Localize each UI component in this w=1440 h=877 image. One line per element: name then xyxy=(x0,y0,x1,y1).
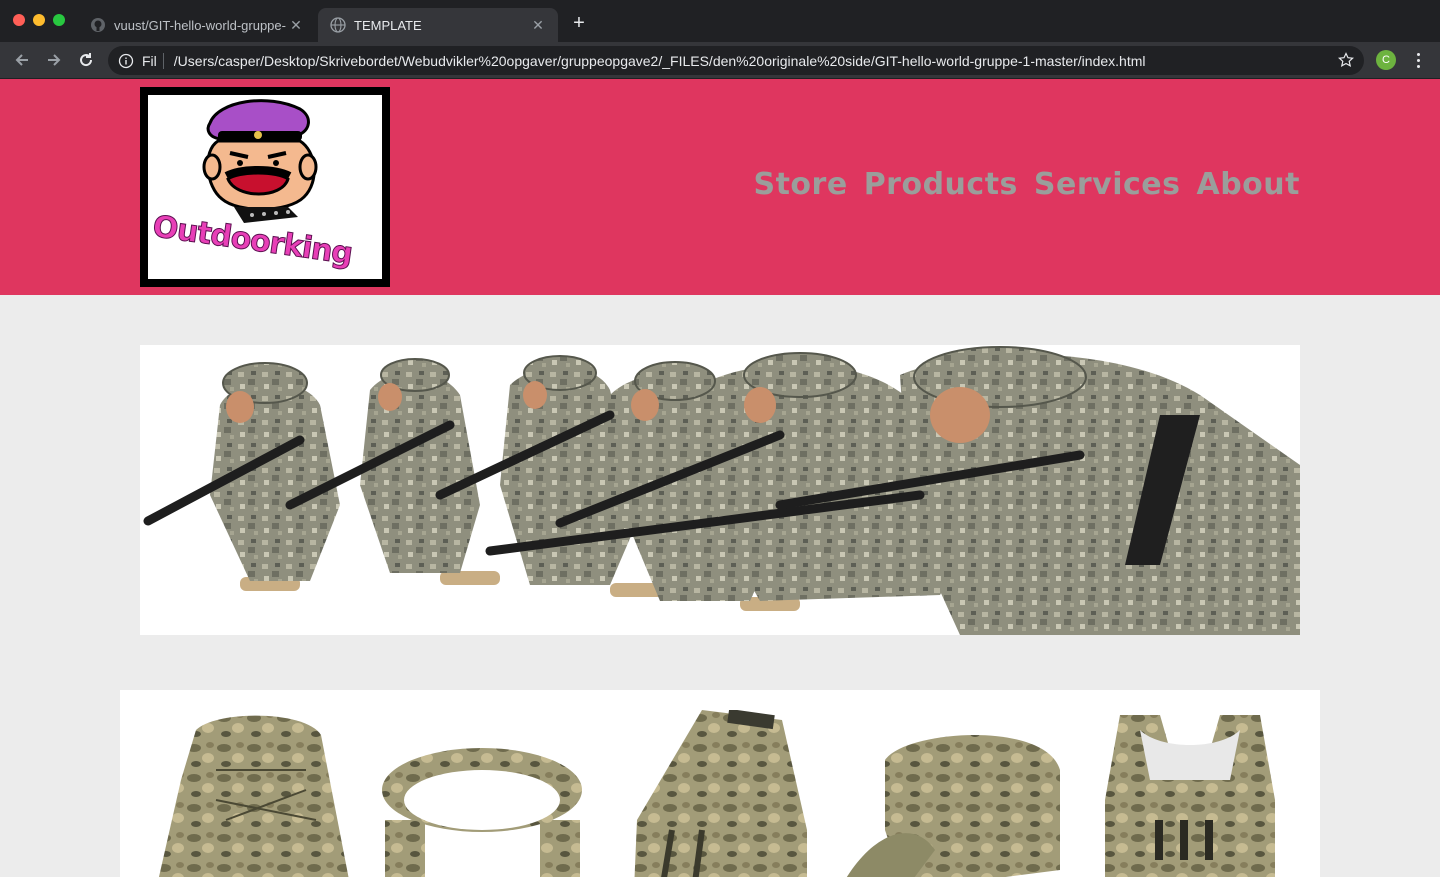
product-cap-image[interactable] xyxy=(845,710,1065,877)
site-header: Outdoorking Store Products Services Abou… xyxy=(0,79,1440,295)
tab-title: TEMPLATE xyxy=(354,17,422,33)
address-scheme-label: Fil xyxy=(142,52,157,69)
new-tab-button[interactable]: + xyxy=(568,12,590,34)
github-icon xyxy=(90,17,106,33)
info-icon[interactable] xyxy=(118,53,134,69)
site-logo[interactable]: Outdoorking xyxy=(140,87,390,287)
address-separator xyxy=(162,52,164,69)
nav-store[interactable]: Store xyxy=(753,167,847,202)
tab-github[interactable]: vuust/GIT-hello-world-gruppe- ✕ xyxy=(78,8,316,42)
hero-image xyxy=(140,345,1300,635)
address-url[interactable]: /Users/casper/Desktop/Skrivebordet/Webud… xyxy=(174,53,1146,69)
nav-services[interactable]: Services xyxy=(1034,167,1181,202)
tab-title: vuust/GIT-hello-world-gruppe- xyxy=(114,17,286,33)
product-strip xyxy=(120,690,1320,877)
close-window-button[interactable] xyxy=(13,14,25,26)
logo-image: Outdoorking xyxy=(148,95,382,279)
main-nav: Store Products Services About xyxy=(753,167,1300,202)
address-bar[interactable]: Fil /Users/casper/Desktop/Skrivebordet/W… xyxy=(108,46,1364,75)
zoom-window-button[interactable] xyxy=(53,14,65,26)
close-icon[interactable]: ✕ xyxy=(528,15,548,35)
soldiers-illustration xyxy=(143,346,1300,635)
minimize-window-button[interactable] xyxy=(33,14,45,26)
reload-icon[interactable] xyxy=(75,49,97,71)
nav-products[interactable]: Products xyxy=(864,167,1018,202)
browser-toolbar: Fil /Users/casper/Desktop/Skrivebordet/W… xyxy=(0,42,1440,79)
product-vest-image[interactable] xyxy=(1100,710,1280,877)
product-gloves-image[interactable] xyxy=(632,710,812,877)
close-icon[interactable]: ✕ xyxy=(286,15,306,35)
profile-avatar[interactable]: C xyxy=(1376,50,1396,70)
globe-icon xyxy=(330,17,346,33)
browser-menu-icon[interactable] xyxy=(1410,50,1426,70)
back-icon[interactable] xyxy=(11,49,33,71)
nav-about[interactable]: About xyxy=(1196,167,1300,202)
bookmark-star-icon[interactable] xyxy=(1338,52,1354,68)
product-backpack-image[interactable] xyxy=(156,710,356,877)
tab-template[interactable]: TEMPLATE ✕ xyxy=(318,8,558,42)
product-belt-image[interactable] xyxy=(375,710,590,877)
page-viewport: Outdoorking Store Products Services Abou… xyxy=(0,79,1440,877)
browser-tab-bar: vuust/GIT-hello-world-gruppe- ✕ TEMPLATE… xyxy=(0,0,1440,42)
forward-icon[interactable] xyxy=(43,49,65,71)
